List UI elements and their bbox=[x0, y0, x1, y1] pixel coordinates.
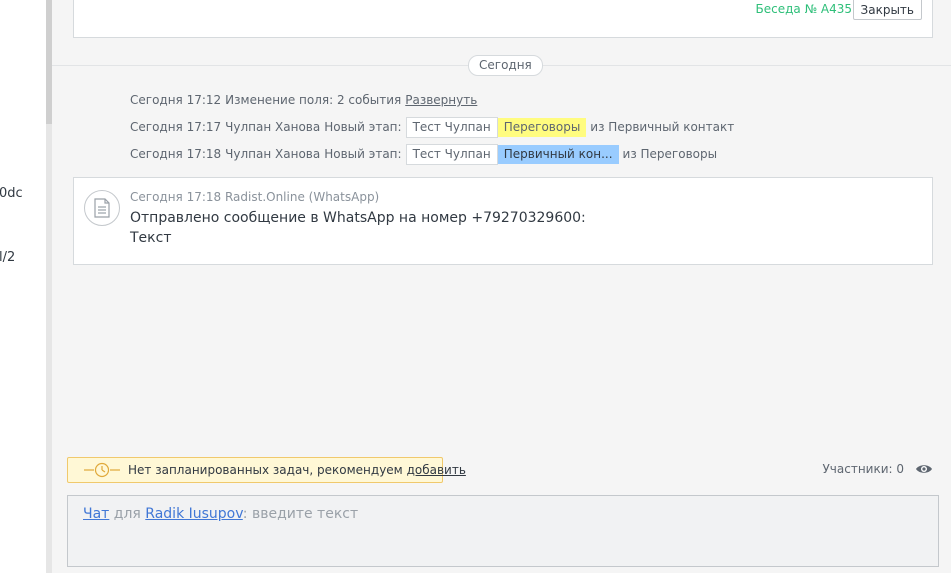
scrollbar-thumb[interactable] bbox=[46, 0, 52, 124]
day-separator-badge: Сегодня bbox=[468, 55, 543, 76]
event-action: Новый этап: bbox=[324, 147, 402, 161]
event-author[interactable]: Чулпан Ханова bbox=[225, 120, 320, 134]
stage-tag: Первичный кон... bbox=[497, 144, 619, 164]
composer-for-text: для bbox=[109, 506, 146, 522]
message-card: Сегодня 17:18 Radist.Online (WhatsApp) О… bbox=[73, 177, 933, 265]
left-panel: 0dc l/2 bbox=[0, 0, 46, 573]
composer-hint: : введите текст bbox=[242, 506, 359, 522]
clock-icon bbox=[84, 462, 120, 478]
message-line: Отправлено сообщение в WhatsApp на номер… bbox=[130, 210, 586, 226]
eye-icon[interactable] bbox=[915, 462, 933, 476]
event-from-stage: из Первичный контакт bbox=[590, 120, 735, 134]
event-from-stage: из Переговоры bbox=[622, 147, 718, 161]
timeline-event: Сегодня 17:18 Чулпан Ханова Новый этап: … bbox=[130, 143, 718, 165]
chat-composer[interactable]: Чат для Radik Iusupov: введите текст bbox=[67, 495, 939, 567]
close-conversation-button[interactable]: Закрыть bbox=[852, 0, 922, 20]
expand-link[interactable]: Развернуть bbox=[405, 93, 477, 107]
timeline-event: Сегодня 17:12 Изменение поля: 2 события … bbox=[130, 90, 477, 110]
left-panel-text-fragment: 0dc bbox=[0, 186, 23, 201]
left-panel-text-fragment: l/2 bbox=[0, 250, 16, 265]
participants-count: Участники: 0 bbox=[822, 462, 904, 476]
event-time: Сегодня 17:12 bbox=[130, 93, 222, 107]
left-panel-scrollbar[interactable] bbox=[46, 0, 52, 573]
chat-mode-link[interactable]: Чат bbox=[83, 506, 109, 522]
event-time: Сегодня 17:17 bbox=[130, 120, 222, 134]
event-text: Изменение поля: 2 события bbox=[225, 93, 402, 107]
document-icon bbox=[84, 190, 120, 226]
timeline-event: Сегодня 17:17 Чулпан Ханова Новый этап: … bbox=[130, 116, 735, 138]
message-line: Текст bbox=[130, 230, 172, 246]
no-tasks-bar: Нет запланированных задач, рекомендуем д… bbox=[67, 457, 466, 483]
deal-tag[interactable]: Тест Чулпан bbox=[405, 143, 498, 165]
message-body: Отправлено сообщение в WhatsApp на номер… bbox=[130, 208, 586, 248]
no-tasks-text: Нет запланированных задач, рекомендуем д… bbox=[128, 458, 466, 482]
event-action: Новый этап: bbox=[324, 120, 402, 134]
event-author[interactable]: Чулпан Ханова bbox=[225, 147, 320, 161]
conversation-card: Беседа № A435 Закрыть bbox=[73, 0, 933, 38]
composer-placeholder[interactable]: Чат для Radik Iusupov: введите текст bbox=[83, 506, 358, 522]
message-meta: Сегодня 17:18 Radist.Online (WhatsApp) bbox=[130, 190, 380, 204]
conversation-link[interactable]: Беседа № A435 bbox=[756, 2, 852, 16]
recipient-link[interactable]: Radik Iusupov bbox=[145, 506, 242, 522]
add-task-link[interactable]: добавить bbox=[407, 463, 466, 477]
event-time: Сегодня 17:18 bbox=[130, 147, 222, 161]
deal-tag[interactable]: Тест Чулпан bbox=[405, 116, 498, 138]
stage-tag: Переговоры bbox=[497, 117, 587, 137]
no-tasks-label: Нет запланированных задач, рекомендуем bbox=[128, 463, 407, 477]
